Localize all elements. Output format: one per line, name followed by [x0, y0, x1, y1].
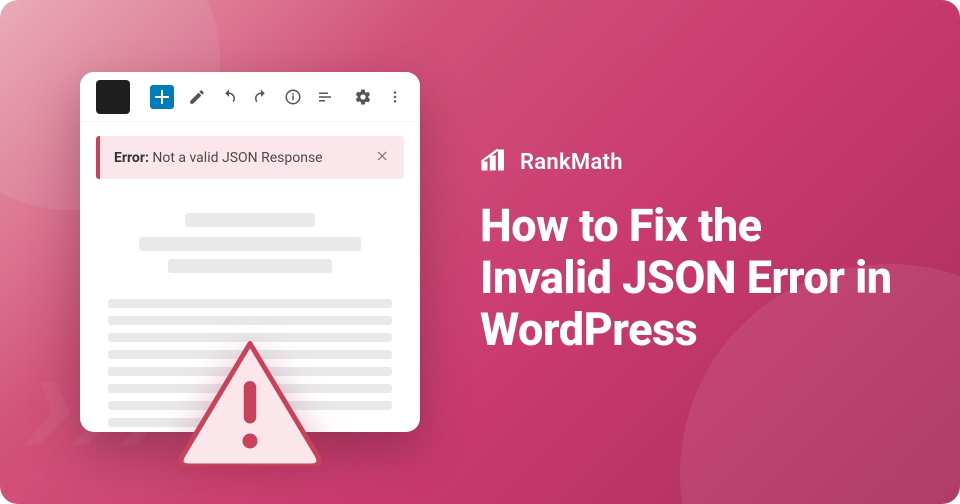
skeleton-title	[185, 213, 316, 227]
error-banner: Error: Not a valid JSON Response	[96, 136, 404, 179]
error-message: Not a valid JSON Response	[152, 150, 322, 166]
headline: How to Fix the Invalid JSON Error in Wor…	[480, 200, 900, 355]
text-column: RankMath How to Fix the Invalid JSON Err…	[480, 148, 900, 355]
pencil-icon[interactable]	[188, 88, 206, 106]
error-text: Error: Not a valid JSON Response	[114, 150, 323, 166]
redo-icon[interactable]	[252, 88, 270, 106]
wp-logo-placeholder	[96, 80, 130, 114]
brand-name: RankMath	[520, 150, 623, 175]
hero-banner: ›››	[0, 0, 960, 504]
skeleton-line	[108, 299, 392, 308]
close-icon[interactable]	[376, 148, 390, 167]
add-block-icon	[150, 85, 174, 109]
content-row: Error: Not a valid JSON Response	[0, 0, 960, 504]
skeleton-line	[108, 316, 392, 325]
rankmath-logo-icon	[480, 148, 510, 176]
info-icon[interactable]	[284, 88, 302, 106]
details-icon[interactable]	[316, 88, 334, 106]
toolbar-right-group	[354, 88, 404, 106]
undo-icon[interactable]	[220, 88, 238, 106]
warning-icon	[175, 336, 325, 466]
add-block-button[interactable]	[150, 85, 174, 109]
error-label: Error:	[114, 150, 149, 166]
kebab-icon[interactable]	[386, 88, 404, 106]
skeleton-line	[168, 259, 333, 273]
toolbar-left-group	[96, 80, 334, 114]
skeleton-line	[139, 237, 361, 251]
brand-lockup: RankMath	[480, 148, 900, 176]
gear-icon[interactable]	[354, 88, 372, 106]
editor-toolbar	[80, 72, 420, 122]
editor-mockup: Error: Not a valid JSON Response	[80, 72, 420, 432]
